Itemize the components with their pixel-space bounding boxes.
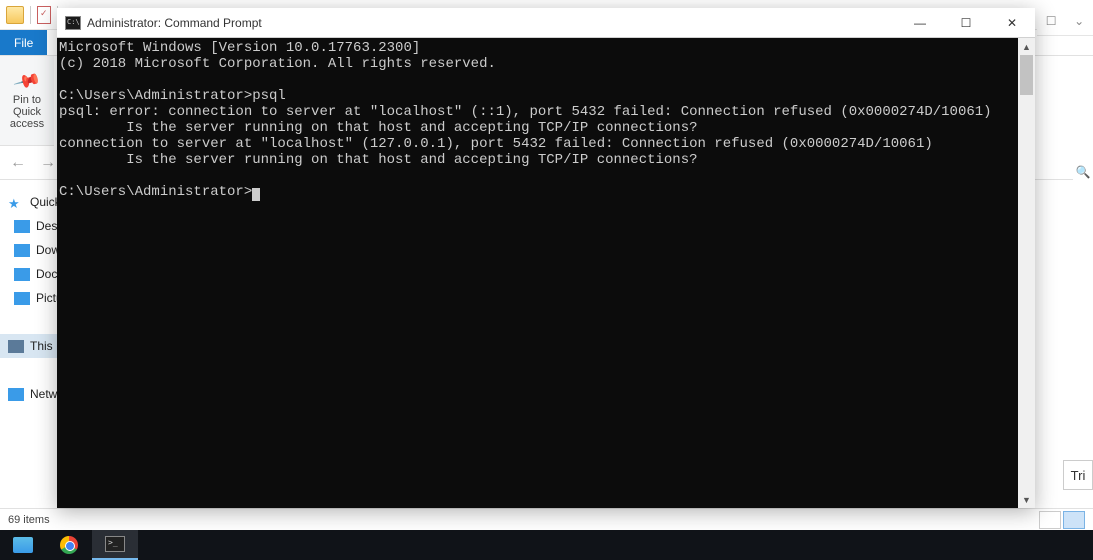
sidebar-item-documents[interactable]: Documents <box>0 262 58 286</box>
file-tab[interactable]: File <box>0 30 47 55</box>
cmd-scrollbar[interactable]: ▲ ▼ <box>1018 38 1035 508</box>
sidebar-item-pictures[interactable]: Pictures <box>0 286 58 310</box>
scroll-up-icon[interactable]: ▲ <box>1018 38 1035 55</box>
view-details-button[interactable] <box>1039 511 1061 529</box>
bg-chevron-icon[interactable]: ⌄ <box>1074 14 1084 28</box>
taskbar <box>0 530 1093 560</box>
bg-search-icon[interactable]: 🔍 <box>1073 158 1093 186</box>
cursor <box>252 188 260 201</box>
scroll-thumb[interactable] <box>1020 55 1033 95</box>
status-item-count: 69 items <box>8 514 50 526</box>
bg-window-controls: ☐ ⌄ <box>1037 6 1093 36</box>
pin-label: Pin to Quick access <box>0 94 54 130</box>
taskbar-chrome[interactable] <box>46 530 92 560</box>
cmd-line: C:\Users\Administrator>psql <box>59 88 286 104</box>
file-explorer-icon <box>13 537 33 553</box>
net-icon <box>8 388 24 401</box>
right-panel-fragment: Tri <box>1063 460 1093 490</box>
explorer-sidebar: Quick access Desktop Downloads Documents Pic… <box>0 190 58 518</box>
cmd-line: (c) 2018 Microsoft Corporation. All righ… <box>59 56 496 72</box>
sidebar-item-desktop[interactable]: Desktop <box>0 214 58 238</box>
document-icon <box>37 6 51 24</box>
maximize-button[interactable]: ☐ <box>943 8 989 38</box>
cmd-line: Microsoft Windows [Version 10.0.17763.23… <box>59 40 420 56</box>
sidebar-item-network[interactable]: Network <box>0 382 58 406</box>
sidebar-item-label: Pictures <box>36 291 58 305</box>
minimize-button[interactable]: — <box>897 8 943 38</box>
taskbar-cmd[interactable] <box>92 530 138 560</box>
cmd-icon <box>65 16 81 30</box>
cmd-line: connection to server at "localhost" (127… <box>59 136 933 152</box>
cmd-output[interactable]: Microsoft Windows [Version 10.0.17763.23… <box>57 38 1018 508</box>
doc-icon <box>14 268 30 281</box>
star-icon <box>8 196 24 209</box>
scroll-track[interactable] <box>1018 55 1035 491</box>
pin-icon: 📌 <box>12 67 42 96</box>
desk-icon <box>14 220 30 233</box>
scroll-down-icon[interactable]: ▼ <box>1018 491 1035 508</box>
ribbon-pin-group[interactable]: 📌 Pin to Quick access <box>0 56 54 146</box>
cmd-body-wrap: Microsoft Windows [Version 10.0.17763.23… <box>57 38 1035 508</box>
cmd-line: psql: error: connection to server at "lo… <box>59 104 992 120</box>
pc-icon <box>8 340 24 353</box>
chrome-icon <box>60 536 78 554</box>
sidebar-item-label: This PC <box>30 339 58 353</box>
sidebar-item-label: Network <box>30 387 58 401</box>
cmd-window: Administrator: Command Prompt — ☐ ✕ Micr… <box>57 8 1035 508</box>
cmd-titlebar[interactable]: Administrator: Command Prompt — ☐ ✕ <box>57 8 1035 38</box>
cmd-line: Is the server running on that host and a… <box>59 120 698 136</box>
sidebar-item-label: Downloads <box>36 243 58 257</box>
folder-icon <box>6 6 24 24</box>
sidebar-item-this-pc[interactable]: This PC <box>0 334 58 358</box>
taskbar-file-explorer[interactable] <box>0 530 46 560</box>
sidebar-item-quick-access[interactable]: Quick access <box>0 190 58 214</box>
view-icons-button[interactable] <box>1063 511 1085 529</box>
close-button[interactable]: ✕ <box>989 8 1035 38</box>
cmd-title: Administrator: Command Prompt <box>87 16 262 30</box>
bg-maximize-icon[interactable]: ☐ <box>1046 14 1057 28</box>
desk-icon <box>14 244 30 257</box>
cmd-taskbar-icon <box>105 536 125 552</box>
pic-icon <box>14 292 30 305</box>
separator <box>30 6 31 24</box>
sidebar-item-label: Quick access <box>30 195 58 209</box>
cmd-line: C:\Users\Administrator> <box>59 184 252 200</box>
back-arrow-icon[interactable]: ← <box>6 152 30 174</box>
sidebar-item-label: Desktop <box>36 219 58 233</box>
explorer-statusbar: 69 items <box>0 508 1093 530</box>
cmd-line: Is the server running on that host and a… <box>59 152 698 168</box>
sidebar-item-downloads[interactable]: Downloads <box>0 238 58 262</box>
sidebar-item-label: Documents <box>36 267 58 281</box>
